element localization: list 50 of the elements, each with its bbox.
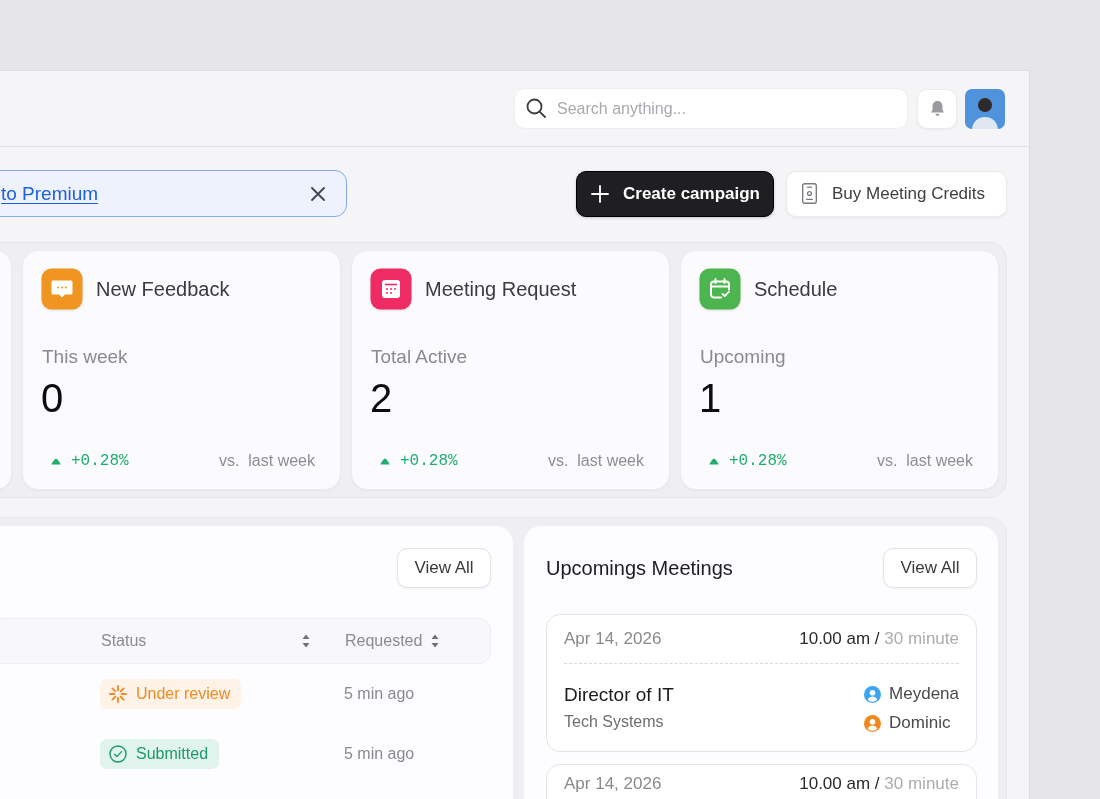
view-all-button[interactable]: View All bbox=[397, 548, 491, 588]
premium-link[interactable]: to Premium bbox=[1, 182, 99, 205]
triangle-up-icon bbox=[709, 457, 719, 465]
change-value: +0.28% bbox=[400, 452, 458, 470]
attendee-name: Dominic bbox=[889, 713, 951, 733]
stat-title: Meeting Request bbox=[425, 277, 577, 301]
status-label: Submitted bbox=[136, 745, 209, 763]
bell-icon bbox=[930, 101, 944, 116]
search-field[interactable]: Search anything... bbox=[514, 88, 908, 129]
stat-label: Upcoming bbox=[699, 345, 787, 369]
meeting-time: 10.00 am / 30 minute bbox=[799, 774, 959, 794]
change-value: +0.28% bbox=[729, 452, 787, 470]
spinner-icon bbox=[109, 685, 127, 703]
change-value: +0.28% bbox=[71, 452, 129, 470]
meeting-time: 10.00 am / 30 minute bbox=[799, 629, 959, 649]
triangle-up-icon bbox=[380, 457, 390, 465]
status-label: Under review bbox=[136, 685, 231, 703]
check-circle-icon bbox=[109, 745, 127, 763]
stat-value: 1 bbox=[699, 376, 723, 420]
create-campaign-button[interactable]: Create campaign bbox=[576, 170, 774, 217]
sort-icon[interactable] bbox=[302, 634, 310, 648]
plus-icon bbox=[591, 184, 609, 203]
close-icon[interactable] bbox=[311, 186, 325, 201]
requested-time: 5 min ago bbox=[344, 685, 415, 702]
comparison-text: vs. last week bbox=[547, 452, 644, 470]
section-title: Upcomings Meetings bbox=[546, 556, 733, 580]
stat-value: 2 bbox=[370, 376, 394, 420]
meeting-title: Director of IT bbox=[564, 683, 674, 707]
company-name: Tech Systems bbox=[564, 712, 665, 732]
attendee-name: Meydena bbox=[889, 684, 959, 704]
avatar-icon[interactable] bbox=[965, 88, 1005, 129]
notification-button[interactable] bbox=[917, 88, 957, 129]
meeting-date: Apr 14, 2026 bbox=[564, 774, 662, 794]
id-card-icon bbox=[802, 183, 817, 204]
stat-label: This week bbox=[41, 345, 129, 369]
stat-value: 0 bbox=[41, 376, 65, 420]
stat-label: Total Active bbox=[370, 345, 469, 369]
stat-title: Schedule bbox=[754, 277, 838, 301]
comparison-text: vs. last week bbox=[876, 452, 973, 470]
meeting-card[interactable]: Apr 14, 2026 10.00 am / 30 minute Director of IT Tech Systems Meydena Dominic bbox=[546, 614, 977, 752]
view-all-button[interactable]: View All bbox=[883, 548, 977, 588]
meeting-date: Apr 14, 2026 bbox=[564, 629, 662, 649]
comparison-text: vs. last week bbox=[218, 452, 315, 470]
triangle-up-icon bbox=[51, 457, 61, 465]
search-icon bbox=[526, 98, 546, 118]
requested-time: 5 min ago bbox=[344, 745, 415, 762]
buy-credits-button[interactable]: Buy Meeting Credits bbox=[786, 170, 1007, 217]
stat-title: New Feedback bbox=[96, 277, 230, 301]
meeting-card[interactable]: Apr 14, 2026 10.00 am / 30 minute bbox=[546, 764, 977, 799]
sort-icon[interactable] bbox=[431, 634, 440, 648]
